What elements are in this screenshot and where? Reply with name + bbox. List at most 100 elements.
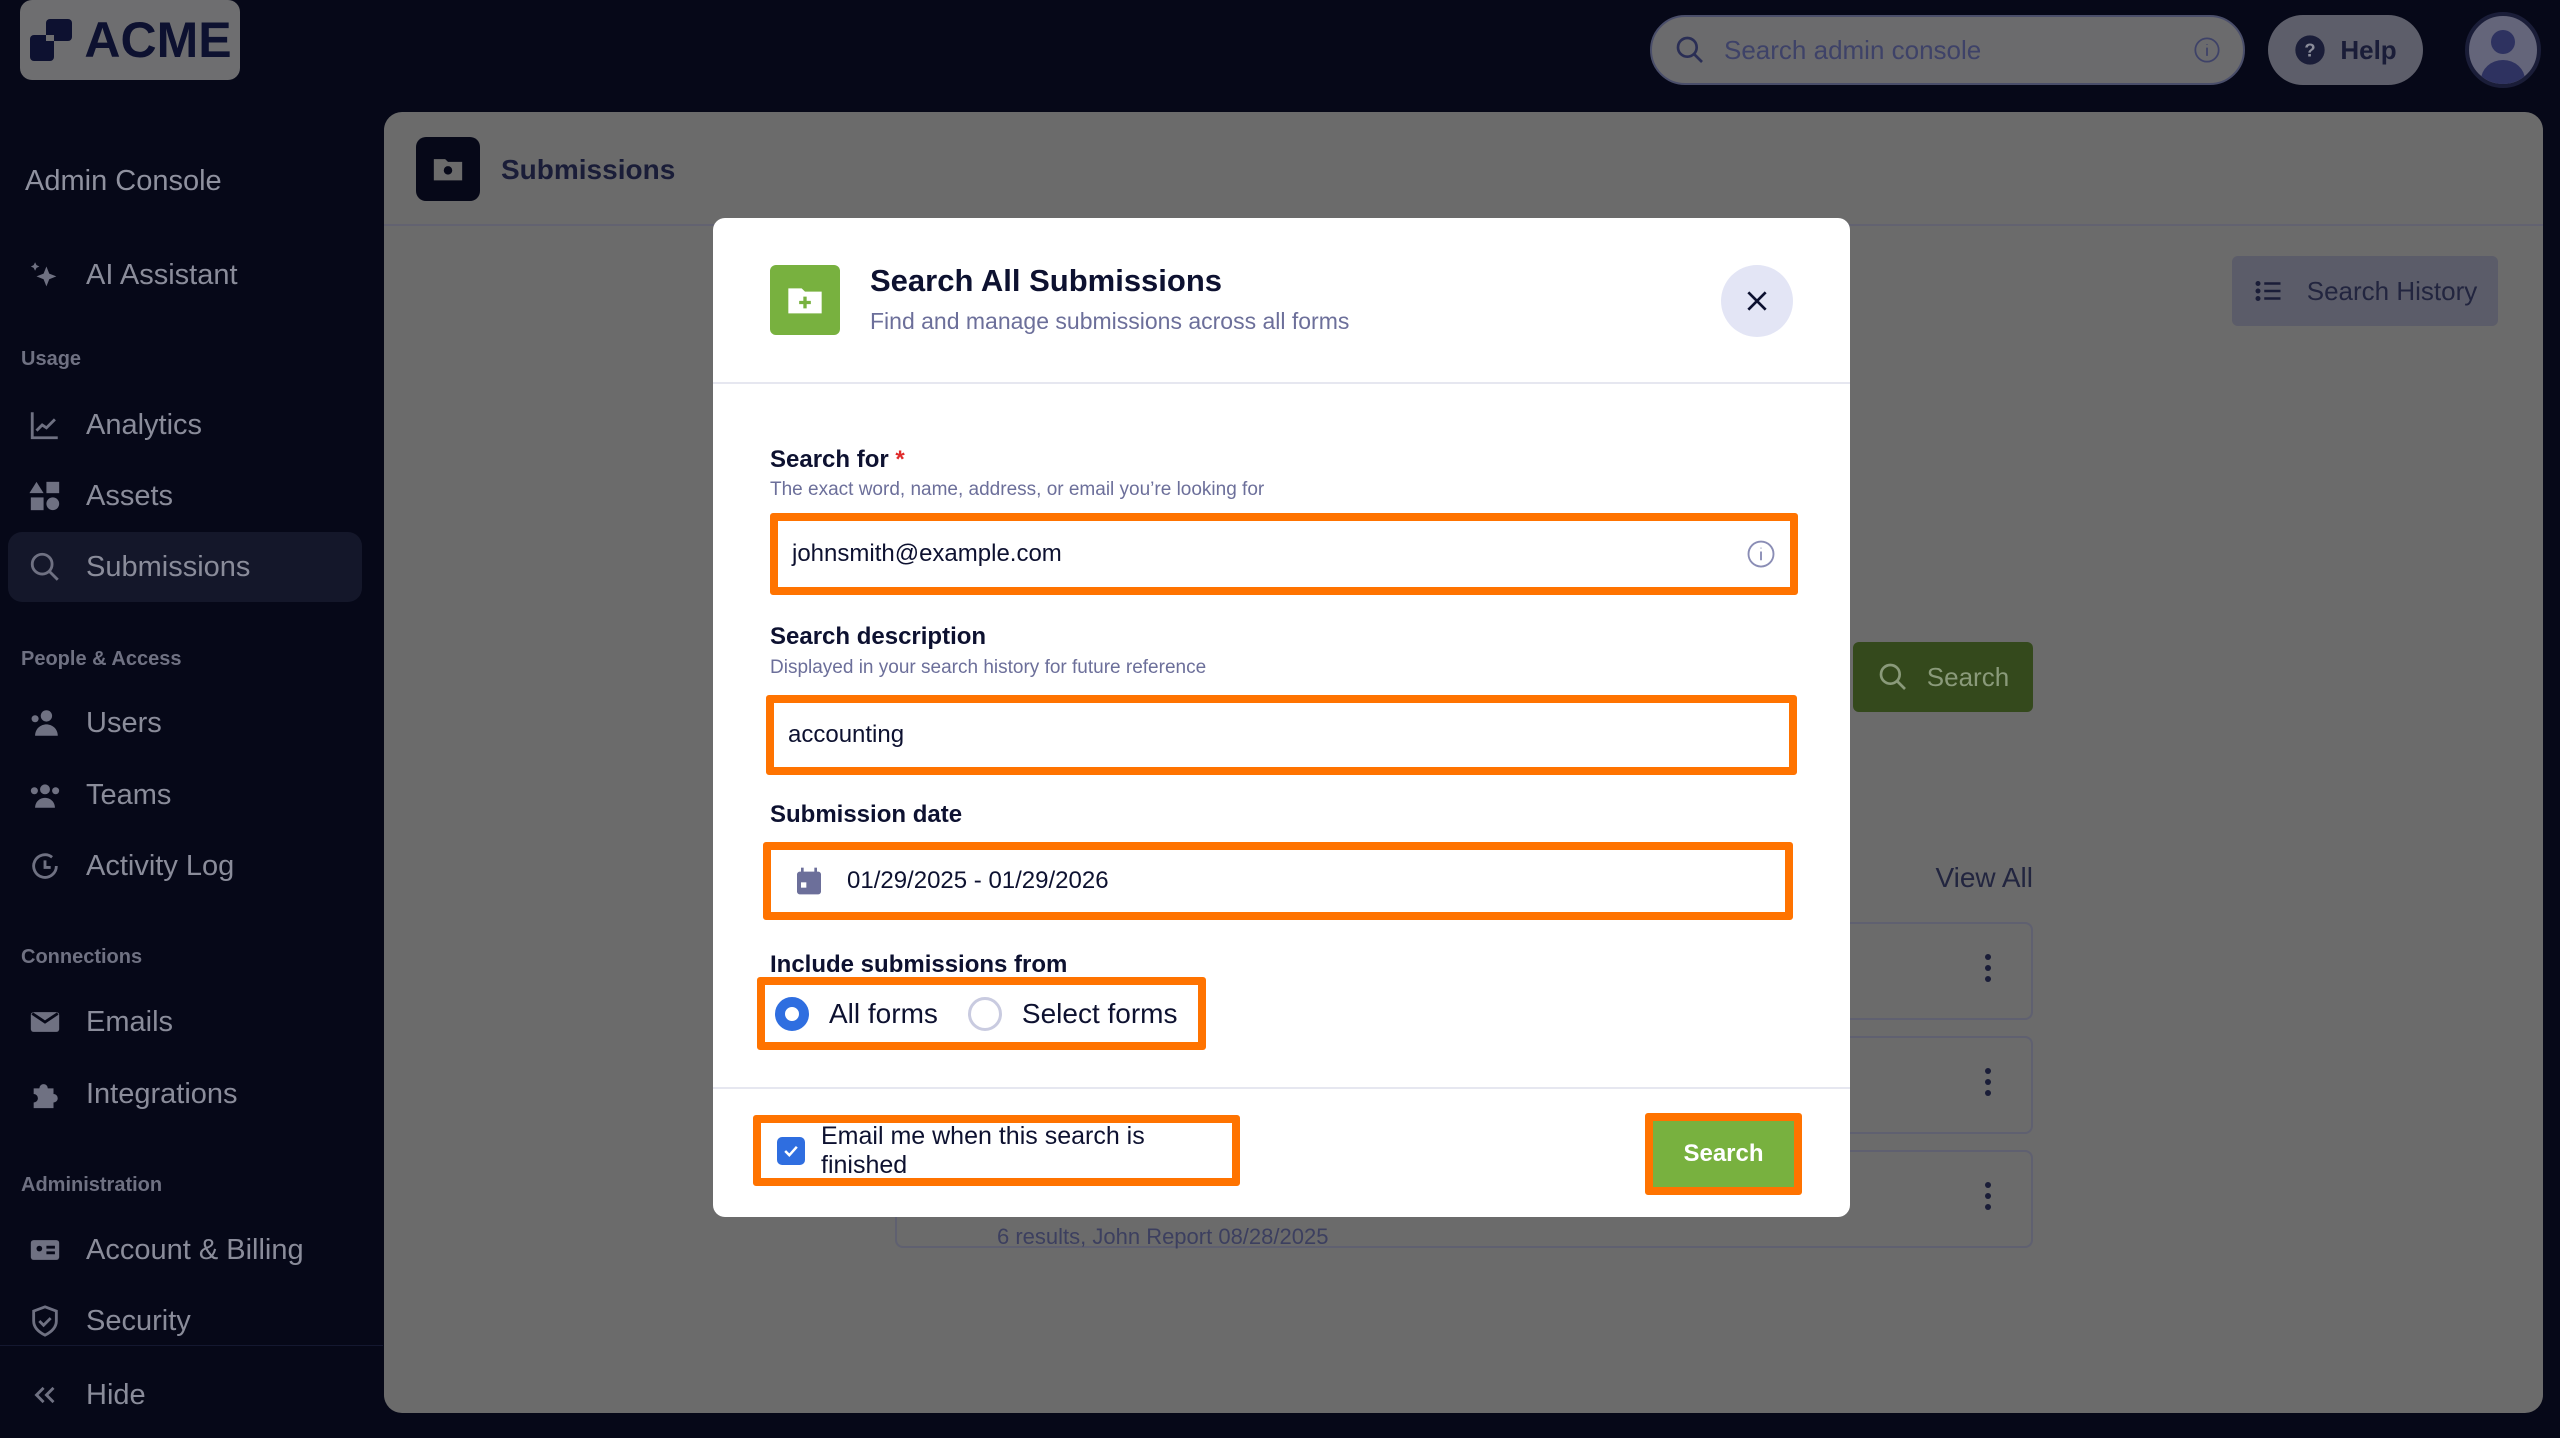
header-divider	[713, 382, 1850, 384]
search-for-help: The exact word, name, address, or email …	[770, 479, 1264, 501]
more-options-icon[interactable]	[1985, 954, 1991, 987]
search-submit-label: Search	[1653, 1121, 1794, 1187]
close-icon	[1744, 288, 1770, 314]
sidebar-item-emails[interactable]: Emails	[8, 987, 362, 1057]
sidebar-item-analytics[interactable]: Analytics	[8, 390, 362, 460]
checkbox-label: Email me when this search is finished	[821, 1122, 1232, 1180]
sidebar-item-activity-log[interactable]: Activity Log	[8, 831, 362, 901]
sparkles-icon	[28, 258, 62, 292]
sidebar-item-assets[interactable]: Assets	[8, 461, 362, 531]
sidebar-item-teams[interactable]: Teams	[8, 760, 362, 830]
chart-line-icon	[28, 408, 62, 442]
search-description-input[interactable]: accounting	[766, 695, 1797, 775]
search-placeholder: Search admin console	[1724, 35, 2175, 66]
search-description-help: Displayed in your search history for fut…	[770, 657, 1206, 679]
user-icon	[2469, 16, 2537, 84]
sidebar-item-account-billing[interactable]: Account & Billing	[8, 1215, 362, 1285]
envelope-icon	[28, 1005, 62, 1039]
footer-divider	[713, 1087, 1850, 1089]
submission-date-picker[interactable]: 01/29/2025 - 01/29/2026	[763, 842, 1793, 920]
section-usage: Usage	[21, 348, 81, 371]
sidebar-item-label: Analytics	[86, 409, 202, 442]
calendar-icon	[793, 865, 825, 897]
include-radio-group: All forms Select forms	[757, 977, 1206, 1050]
sidebar-item-label: Submissions	[86, 551, 250, 584]
submissions-folder-icon	[416, 137, 480, 201]
list-icon	[2253, 276, 2283, 306]
section-administration: Administration	[21, 1174, 162, 1197]
required-mark: *	[895, 446, 904, 473]
dialog-title: Search All Submissions	[870, 263, 1222, 299]
background-search-button[interactable]: Search	[1853, 642, 2033, 712]
id-card-icon	[28, 1233, 62, 1267]
sidebar-title: Admin Console	[25, 165, 222, 198]
search-submit-button[interactable]: Search	[1645, 1113, 1802, 1195]
sidebar-divider	[0, 1345, 383, 1346]
radio-all-forms[interactable]: All forms	[775, 997, 938, 1031]
section-connections: Connections	[21, 946, 142, 969]
sidebar-item-label: AI Assistant	[86, 259, 238, 292]
chevrons-left-icon	[28, 1378, 62, 1412]
svg-text:?: ?	[2305, 40, 2316, 61]
help-icon: ?	[2294, 34, 2326, 66]
more-options-icon[interactable]	[1985, 1182, 1991, 1215]
hide-sidebar-button[interactable]: Hide	[8, 1360, 362, 1430]
search-description-value: accounting	[788, 721, 904, 749]
radio-label: All forms	[829, 998, 938, 1030]
team-icon	[28, 778, 62, 812]
date-range-value: 01/29/2025 - 01/29/2026	[847, 867, 1109, 895]
sidebar-item-submissions[interactable]: Submissions	[8, 532, 362, 602]
shapes-icon	[28, 479, 62, 513]
info-icon[interactable]	[1746, 539, 1776, 569]
sidebar-item-label: Emails	[86, 1006, 173, 1039]
search-history-button[interactable]: Search History	[2232, 256, 2498, 326]
logo-text: ACME	[84, 11, 231, 69]
view-all-link[interactable]: View All	[1929, 862, 2033, 894]
help-button[interactable]: ? Help	[2268, 15, 2423, 85]
email-notify-checkbox[interactable]: Email me when this search is finished	[753, 1115, 1240, 1186]
submission-date-label: Submission date	[770, 801, 962, 829]
sidebar-item-label: Integrations	[86, 1078, 238, 1111]
search-for-label: Search for *	[770, 446, 905, 474]
acme-logo[interactable]: ACME	[20, 0, 240, 80]
checkmark-icon	[781, 1141, 801, 1161]
search-for-value: johnsmith@example.com	[792, 540, 1746, 568]
puzzle-icon	[28, 1077, 62, 1111]
checkbox-checked[interactable]	[777, 1137, 805, 1165]
search-history-label: Search History	[2307, 276, 2478, 307]
section-people-access: People & Access	[21, 648, 181, 671]
page-header: Submissions	[384, 112, 2543, 226]
sidebar-item-ai-assistant[interactable]: AI Assistant	[8, 240, 362, 310]
sidebar-item-label: Users	[86, 707, 162, 740]
search-description-label: Search description	[770, 623, 986, 651]
radio-button[interactable]	[968, 997, 1002, 1031]
search-for-input[interactable]: johnsmith@example.com	[770, 513, 1798, 595]
search-submissions-dialog: Search All Submissions Find and manage s…	[713, 218, 1850, 1217]
more-options-icon[interactable]	[1985, 1068, 1991, 1101]
logo-mark-icon	[28, 17, 74, 63]
sidebar-item-label: Assets	[86, 480, 173, 513]
info-icon[interactable]	[2193, 36, 2221, 64]
help-label: Help	[2340, 35, 2396, 66]
sidebar-item-users[interactable]: Users	[8, 688, 362, 758]
radio-select-forms[interactable]: Select forms	[968, 997, 1178, 1031]
radio-label: Select forms	[1022, 998, 1178, 1030]
search-icon	[1674, 34, 1706, 66]
radio-button-selected[interactable]	[775, 997, 809, 1031]
sidebar-item-label: Activity Log	[86, 850, 234, 883]
search-icon	[1877, 661, 1909, 693]
close-button[interactable]	[1721, 265, 1793, 337]
recent-search-summary: 6 results, John Report 08/28/2025	[997, 1224, 1328, 1250]
search-label: Search	[1927, 662, 2009, 693]
users-icon	[28, 706, 62, 740]
admin-search-input[interactable]: Search admin console	[1650, 15, 2245, 85]
page-title: Submissions	[501, 154, 675, 186]
sidebar-item-label: Teams	[86, 779, 171, 812]
search-icon	[28, 550, 62, 584]
include-submissions-label: Include submissions from	[770, 951, 1067, 979]
sidebar-item-label: Account & Billing	[86, 1234, 304, 1267]
sidebar-item-label: Security	[86, 1305, 191, 1338]
history-icon	[28, 849, 62, 883]
user-avatar[interactable]	[2465, 12, 2541, 88]
sidebar-item-integrations[interactable]: Integrations	[8, 1059, 362, 1129]
